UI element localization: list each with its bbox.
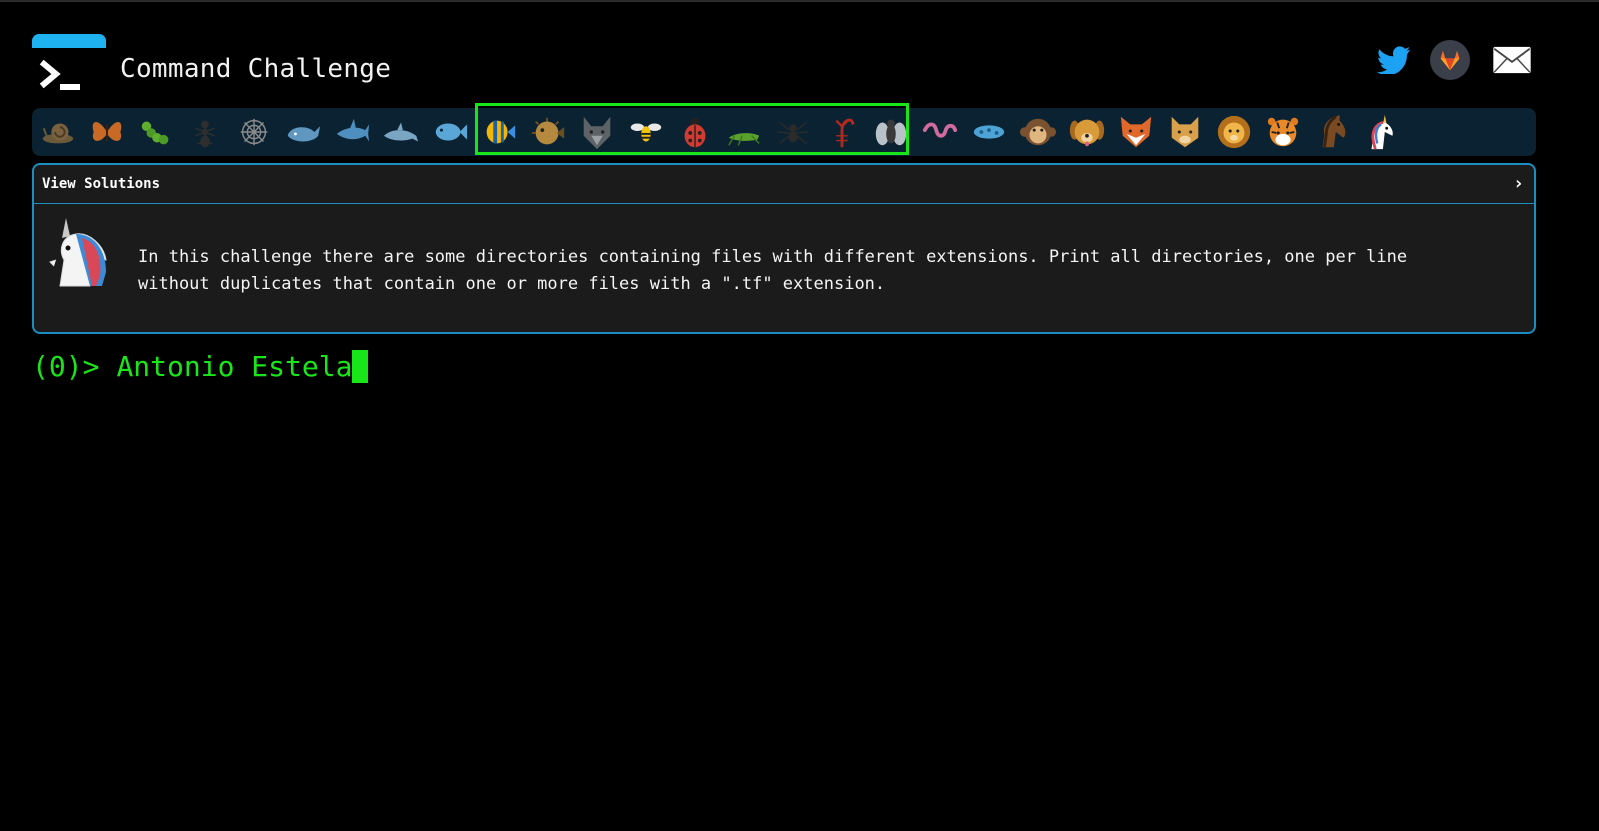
spider-web-icon[interactable] — [233, 111, 275, 153]
logo-accent-tab — [32, 34, 106, 48]
microbe-icon[interactable] — [968, 111, 1010, 153]
tropical-fish-icon[interactable] — [478, 111, 520, 153]
worm-icon[interactable] — [919, 111, 961, 153]
text-cursor — [352, 350, 369, 383]
wolf-icon[interactable] — [576, 111, 618, 153]
monkey-icon[interactable] — [1017, 111, 1059, 153]
level-bar — [32, 103, 1536, 156]
whale-icon[interactable] — [282, 111, 324, 153]
command-input[interactable]: Antonio Estela — [116, 350, 352, 383]
app-title[interactable]: Command Challenge — [120, 54, 391, 84]
challenge-panel: View Solutions › In this challenge there… — [32, 163, 1536, 334]
unicorn-icon[interactable] — [1360, 111, 1402, 153]
blowfish-icon[interactable] — [527, 111, 569, 153]
ant-icon[interactable] — [184, 111, 226, 153]
prompt-prefix: (0)> — [32, 350, 100, 383]
ladybug-icon[interactable] — [674, 111, 716, 153]
terminal-icon[interactable] — [36, 54, 86, 98]
panel-header[interactable]: View Solutions › — [34, 165, 1534, 204]
chevron-right-icon[interactable]: › — [1513, 173, 1524, 194]
shark-icon[interactable] — [331, 111, 373, 153]
snail-icon[interactable] — [37, 111, 79, 153]
tiger-icon[interactable] — [1262, 111, 1304, 153]
spider-icon[interactable] — [772, 111, 814, 153]
mail-icon[interactable] — [1488, 40, 1536, 80]
cat-icon[interactable] — [1164, 111, 1206, 153]
top-border — [0, 0, 1599, 2]
caterpillar-icon[interactable] — [135, 111, 177, 153]
challenge-description: In this challenge there are some directo… — [138, 247, 1408, 294]
horse-icon[interactable] — [1311, 111, 1353, 153]
twitter-icon[interactable] — [1370, 40, 1418, 80]
scorpion-icon[interactable] — [821, 111, 863, 153]
gitlab-icon[interactable] — [1426, 40, 1474, 80]
cricket-icon[interactable] — [723, 111, 765, 153]
dog-icon[interactable] — [1066, 111, 1108, 153]
dolphin-icon[interactable] — [380, 111, 422, 153]
view-solutions-label[interactable]: View Solutions — [42, 176, 160, 192]
unicorn-icon — [46, 216, 118, 288]
lion-icon[interactable] — [1213, 111, 1255, 153]
panel-body: In this challenge there are some directo… — [34, 204, 1534, 333]
fish-icon[interactable] — [429, 111, 471, 153]
header: Command Challenge — [32, 34, 1568, 104]
bee-icon[interactable] — [625, 111, 667, 153]
butterfly-icon[interactable] — [86, 111, 128, 153]
fox-icon[interactable] — [1115, 111, 1157, 153]
terminal-prompt[interactable]: (0)> Antonio Estela — [32, 350, 369, 383]
fly-icon[interactable] — [870, 111, 912, 153]
gitlab-badge — [1430, 40, 1470, 80]
